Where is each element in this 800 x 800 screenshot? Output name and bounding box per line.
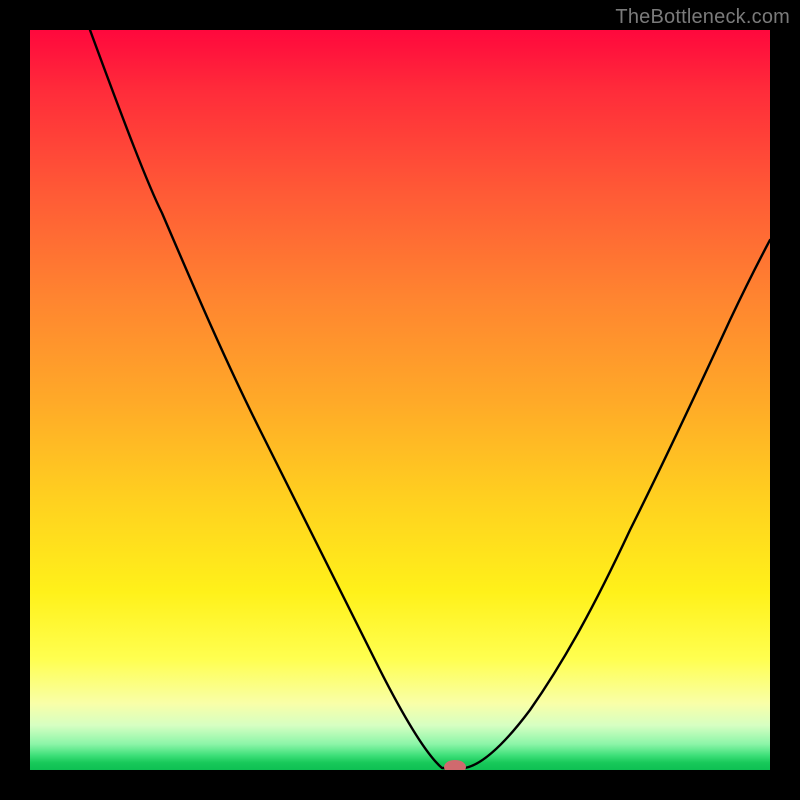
min-marker	[444, 760, 466, 770]
watermark-text: TheBottleneck.com	[615, 6, 790, 29]
curve-svg	[30, 30, 770, 770]
bottleneck-curve	[90, 30, 770, 768]
plot-area	[30, 30, 770, 770]
chart-frame: TheBottleneck.com	[0, 0, 800, 800]
